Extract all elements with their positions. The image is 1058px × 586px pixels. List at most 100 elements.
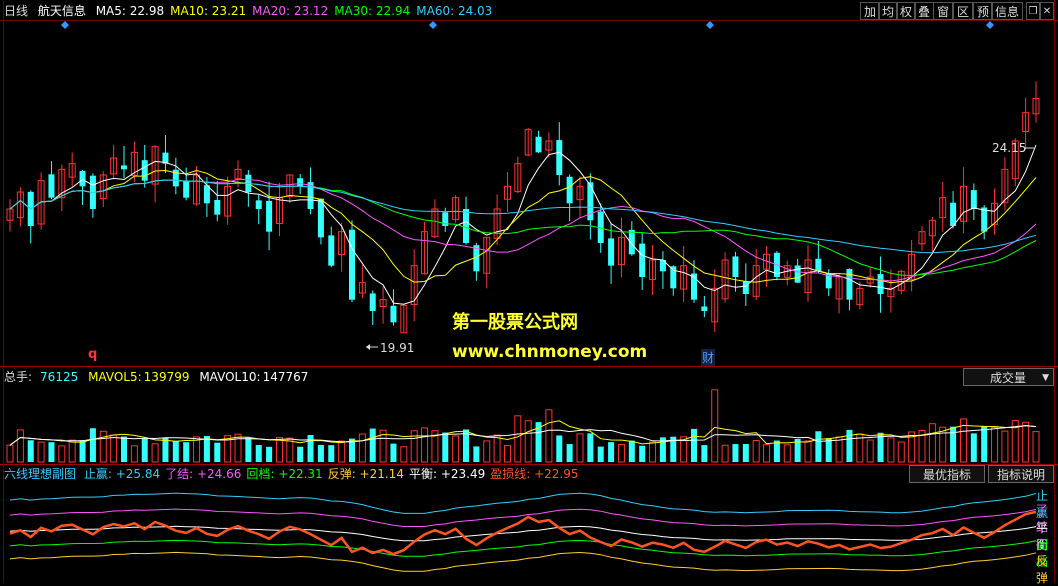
event-markers xyxy=(61,21,994,29)
volume-header: 总手: 76125 MAVOL5: 139799 MAVOL10: 147767 xyxy=(4,368,314,386)
indicator-line-label-4: 反弹 xyxy=(1036,554,1049,585)
volume-bar-up xyxy=(37,441,45,463)
volume-bars xyxy=(6,389,1040,463)
volume-bar-up xyxy=(130,445,138,463)
candle-body-down xyxy=(608,238,615,266)
candle-body-down xyxy=(79,171,86,187)
profit-loss-line xyxy=(9,510,1037,556)
candle-body-down xyxy=(255,200,262,209)
vol-total: 76125 xyxy=(40,370,79,384)
event-diamond-icon xyxy=(429,21,437,29)
volume-bar-up xyxy=(897,441,905,463)
ma60-line xyxy=(9,179,1037,254)
top-border xyxy=(0,20,1058,21)
mavol10-caption: MAVOL10: xyxy=(199,370,261,384)
volume-bar-down xyxy=(48,442,55,462)
volume-selector[interactable]: 成交量 ▼ xyxy=(963,368,1054,386)
candle-body-down xyxy=(214,200,221,215)
event-cai-marker[interactable]: 财 xyxy=(701,349,716,366)
candle-body-down xyxy=(981,207,988,232)
candle-body-down xyxy=(742,281,749,294)
indicator-name[interactable]: 六线理想副图 xyxy=(4,467,76,481)
candle-body-down xyxy=(732,256,739,277)
volume-bar-down xyxy=(825,438,832,462)
candlesticks xyxy=(6,81,1040,334)
indicator-header: 六线理想副图 止赢: +25.84 了结: +24.66 回档: +22.31 反弹:… xyxy=(4,465,590,483)
moving-average-lines xyxy=(9,144,1037,305)
volume-bar-up xyxy=(99,430,107,463)
indicator-help-button[interactable]: 指标说明 xyxy=(988,465,1054,483)
candle-body-down xyxy=(556,140,563,175)
stop-profit-line xyxy=(9,492,1037,514)
candle-body-down xyxy=(121,165,127,170)
volume-bar-down xyxy=(79,440,86,462)
volume-bar-down xyxy=(732,444,739,462)
volume-bar-down xyxy=(815,431,822,462)
volume-bar-down xyxy=(255,445,262,462)
volume-bar-up xyxy=(866,439,874,463)
volume-bar-up xyxy=(514,415,522,463)
volume-bar-up xyxy=(421,427,429,463)
volume-bar-down xyxy=(214,442,221,462)
candle-body-down xyxy=(369,293,376,311)
volume-bar-down xyxy=(141,438,148,462)
candle-body-down xyxy=(141,160,148,181)
vol-total-caption: 总手: xyxy=(4,370,33,384)
candle-body-down xyxy=(639,243,646,277)
volume-bar-up xyxy=(783,444,791,463)
volume-bar-down xyxy=(691,428,697,462)
candle-body-down xyxy=(48,174,55,198)
volume-bar-up xyxy=(400,446,408,463)
volume-bar-up xyxy=(711,389,719,463)
candle-body-down xyxy=(266,200,273,232)
volume-bar-up xyxy=(649,441,657,463)
watermark-title: 第一股票公式网 xyxy=(452,312,578,333)
volume-bar-down xyxy=(266,446,273,462)
volume-bar-up xyxy=(763,444,771,463)
event-q-marker[interactable]: q xyxy=(88,347,97,362)
candle-body-down xyxy=(297,178,304,187)
volume-bar-up xyxy=(58,445,66,463)
candle-body-down xyxy=(183,180,190,198)
volume-bar-up xyxy=(338,440,346,463)
ma20-line xyxy=(9,178,1037,282)
volume-bar-up xyxy=(68,439,76,463)
volume-bar-down xyxy=(307,435,314,462)
volume-bar-up xyxy=(275,437,283,463)
best-indicator-button[interactable]: 最优指标 xyxy=(909,465,985,483)
ma10-line xyxy=(9,169,1037,284)
volume-bar-up xyxy=(752,440,760,463)
indicator-value-0: 止赢: +25.84 xyxy=(83,467,161,481)
left-border xyxy=(3,0,4,583)
volume-bar-up xyxy=(928,423,936,463)
mavol5-caption: MAVOL5: xyxy=(88,370,142,384)
volume-bar-down xyxy=(742,444,749,462)
volume-bar-up xyxy=(545,409,553,463)
volume-bar-up xyxy=(1032,431,1040,463)
volume-bar-up xyxy=(483,440,491,463)
volume-bar-down xyxy=(162,437,169,462)
volume-bar-down xyxy=(89,428,96,462)
volume-bar-up xyxy=(358,433,366,463)
volume-bar-down xyxy=(317,444,324,462)
candle-body-down xyxy=(970,190,977,209)
volume-bar-up xyxy=(493,434,501,463)
mavol10-value: 147767 xyxy=(262,370,309,384)
indicator-value-1: 了结: +24.66 xyxy=(165,467,242,481)
volume-bar-down xyxy=(121,436,127,462)
indicator-value-3: 反弹: +21.14 xyxy=(327,467,404,481)
volume-bar-up xyxy=(939,426,947,463)
watermark-url: www.chnmoney.com xyxy=(452,342,648,362)
volume-bar-up xyxy=(1022,421,1030,463)
price-low-label: 19.91 xyxy=(380,341,415,355)
candle-body-down xyxy=(815,258,822,272)
candle-body-down xyxy=(328,235,335,266)
volume-bar-up xyxy=(887,437,895,463)
volume-bar-up xyxy=(151,443,159,463)
volume-bar-up xyxy=(1001,430,1009,463)
candle-body-down xyxy=(535,136,542,153)
volume-bar-down xyxy=(183,442,190,462)
candle-body-down xyxy=(701,306,708,311)
volume-bar-down xyxy=(628,440,635,462)
candle-body-down xyxy=(463,208,469,243)
